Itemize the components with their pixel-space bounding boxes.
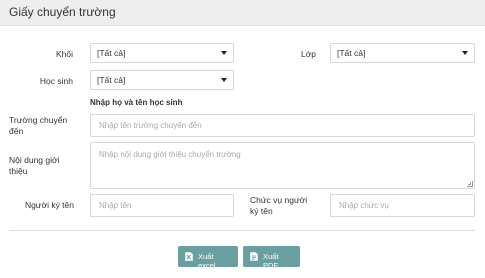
noi-dung-label: Nội dung giới thiệu bbox=[9, 155, 59, 177]
nguoi-ky-ten-label: Người ký tên bbox=[24, 200, 74, 210]
page-header: Giấy chuyển trường bbox=[0, 0, 485, 26]
truong-chuyen-den-input[interactable]: Nhập tên trường chuyển đến bbox=[90, 114, 475, 137]
chuc-vu-label-line2: ký tên bbox=[250, 206, 273, 216]
pdf-file-icon bbox=[250, 252, 258, 261]
noi-dung-label-line1: Nội dung giới bbox=[9, 155, 60, 165]
khoi-select-value: [Tất cả] bbox=[97, 48, 126, 58]
chevron-down-icon bbox=[462, 51, 468, 55]
truong-chuyen-den-label-line2: đến bbox=[9, 126, 24, 136]
nguoi-ky-ten-input[interactable]: Nhập tên bbox=[90, 194, 234, 217]
page-title: Giấy chuyển trường bbox=[9, 5, 116, 19]
excel-file-icon bbox=[185, 252, 193, 261]
noi-dung-placeholder: Nhập nội dung giới thiệu chuyển trường bbox=[99, 150, 241, 159]
khoi-label: Khối bbox=[55, 49, 73, 59]
divider bbox=[9, 230, 475, 231]
chuc-vu-placeholder: Nhập chức vụ bbox=[339, 201, 389, 210]
truong-chuyen-den-label: Trường chuyển đến bbox=[9, 115, 67, 137]
truong-chuyen-den-label-line1: Trường chuyển bbox=[9, 115, 68, 125]
chuc-vu-input[interactable]: Nhập chức vụ bbox=[330, 194, 475, 217]
export-excel-button[interactable]: Xuất excel bbox=[178, 246, 238, 270]
resize-handle-icon[interactable] bbox=[467, 181, 473, 187]
hoc-sinh-select-value: [Tất cả] bbox=[97, 75, 126, 85]
truong-chuyen-den-placeholder: Nhập tên trường chuyển đến bbox=[99, 121, 202, 130]
hoc-sinh-label: Học sinh bbox=[39, 76, 73, 86]
hoc-sinh-hint: Nhập họ và tên học sinh bbox=[90, 98, 183, 107]
chuc-vu-label-line1: Chức vụ người bbox=[250, 195, 308, 205]
khoi-select[interactable]: [Tất cả] bbox=[90, 43, 234, 63]
lop-select-value: [Tất cả] bbox=[337, 48, 366, 58]
chuc-vu-label: Chức vụ người ký tên bbox=[250, 195, 307, 217]
lop-select[interactable]: [Tất cả] bbox=[330, 43, 475, 63]
chevron-down-icon bbox=[221, 51, 227, 55]
noi-dung-label-line2: thiệu bbox=[9, 166, 28, 176]
noi-dung-textarea[interactable]: Nhập nội dung giới thiệu chuyển trường bbox=[90, 142, 475, 189]
hoc-sinh-select[interactable]: [Tất cả] bbox=[90, 70, 234, 90]
lop-label: Lớp bbox=[300, 49, 316, 59]
export-pdf-label: Xuất PDF bbox=[263, 252, 279, 270]
chevron-down-icon bbox=[221, 78, 227, 82]
export-pdf-button[interactable]: Xuất PDF bbox=[243, 246, 300, 270]
export-excel-label: Xuất excel bbox=[198, 252, 216, 270]
nguoi-ky-ten-placeholder: Nhập tên bbox=[99, 201, 132, 210]
